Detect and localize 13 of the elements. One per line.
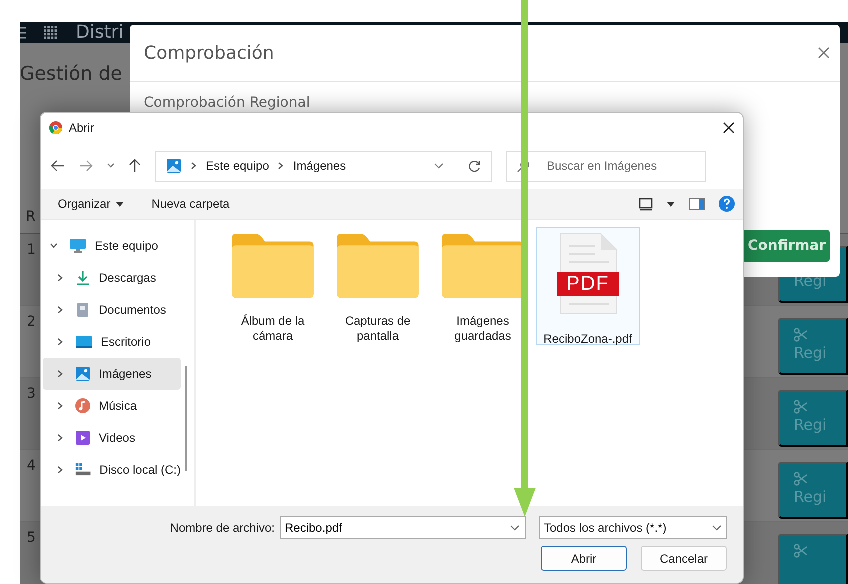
pdf-label: PDF: [557, 272, 619, 296]
dialog-title: Abrir: [69, 121, 94, 135]
row-number: 5: [26, 529, 36, 548]
row-number: 1: [26, 241, 36, 260]
modal-subtitle: Comprobación Regional: [144, 95, 312, 111]
modal-title: Comprobación: [144, 42, 274, 64]
page-title: Gestión de: [20, 63, 124, 85]
filename-label: Nombre de archivo:: [170, 520, 275, 534]
row-number: 3: [26, 385, 36, 404]
row-number: 4: [26, 457, 36, 476]
column-header: R: [26, 209, 37, 225]
header-title: Distri: [76, 22, 124, 43]
row-number: 2: [26, 313, 36, 332]
